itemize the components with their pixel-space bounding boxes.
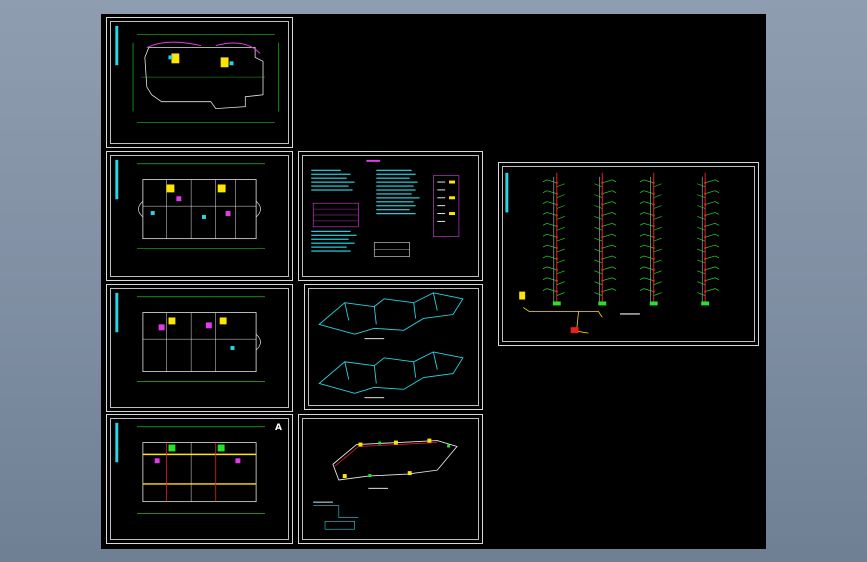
- cad-drawing-viewport[interactable]: A: [101, 14, 766, 549]
- riser-column: [594, 172, 617, 306]
- sheet-floor-plan-3[interactable]: A: [106, 414, 293, 544]
- roof-plan-drawing: [115, 25, 280, 123]
- sheet-system-diagrams[interactable]: [304, 284, 483, 410]
- sheet-design-notes[interactable]: [298, 151, 483, 281]
- main-pipe-diagram-drawing: [313, 438, 458, 530]
- floor-plan-2-drawing: [115, 292, 265, 382]
- sheet-main-pipe-diagram[interactable]: [298, 414, 483, 544]
- floor-plan-3-drawing: [115, 422, 265, 514]
- system-diagrams-drawing: [318, 292, 464, 399]
- sheet-mark-a: A: [275, 423, 282, 433]
- riser-diagrams-drawing: [505, 172, 720, 334]
- riser-column: [639, 172, 662, 306]
- floor-plan-1-drawing: [115, 159, 265, 249]
- design-notes-drawing: [311, 159, 460, 257]
- sheet-floor-plan-2[interactable]: [106, 284, 293, 412]
- riser-column: [697, 172, 720, 306]
- riser-column: [542, 172, 565, 306]
- sheet-floor-plan-1[interactable]: [106, 151, 293, 281]
- sheet-roof-plan[interactable]: [106, 17, 293, 148]
- sheet-riser-diagrams[interactable]: [498, 162, 759, 346]
